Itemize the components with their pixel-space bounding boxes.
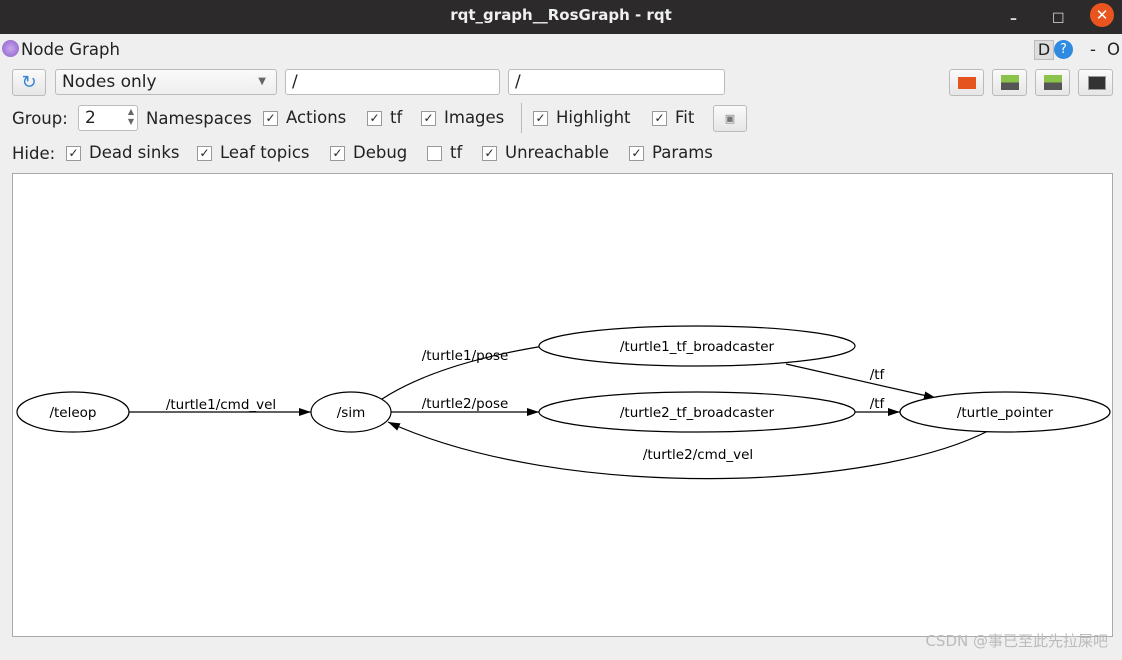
save-icon xyxy=(1044,75,1062,90)
node-label: /turtle1_tf_broadcaster xyxy=(620,339,775,355)
leaf-topics-checkbox[interactable]: ✓ Leaf topics xyxy=(197,143,310,162)
group-spinbox[interactable]: 2 ▲ ▼ xyxy=(78,105,138,131)
group-label: Group: xyxy=(12,109,68,128)
chevron-down-icon: ▼ xyxy=(258,76,266,87)
checkbox-icon[interactable]: ✓ xyxy=(263,111,278,126)
dock-button[interactable]: D xyxy=(1034,40,1054,60)
tf-checkbox[interactable]: ✓ tf xyxy=(367,108,402,127)
checkbox-icon[interactable] xyxy=(427,146,442,161)
highlight-checkbox[interactable]: ✓ Highlight xyxy=(533,108,631,127)
dead-sinks-checkbox[interactable]: ✓ Dead sinks xyxy=(66,143,179,162)
refresh-button[interactable]: ↻ xyxy=(12,69,46,96)
hide-tf-checkbox[interactable]: tf xyxy=(427,143,462,162)
image-icon xyxy=(1088,76,1106,90)
node-label: /teleop xyxy=(49,405,96,421)
load-button[interactable] xyxy=(949,69,984,96)
checkbox-icon[interactable]: ✓ xyxy=(652,111,667,126)
mode-dropdown[interactable]: Nodes only ▼ xyxy=(55,69,277,95)
refresh-icon: ↻ xyxy=(21,72,37,93)
minimize-button[interactable]: – xyxy=(1010,4,1017,34)
graph-edge xyxy=(785,363,937,400)
divider xyxy=(521,103,522,133)
save-svg-button[interactable] xyxy=(1035,69,1070,96)
checkbox-icon[interactable]: ✓ xyxy=(330,146,345,161)
checkbox-icon[interactable]: ✓ xyxy=(482,146,497,161)
screenshot-button[interactable] xyxy=(1078,69,1113,96)
actions-checkbox[interactable]: ✓ Actions xyxy=(263,108,346,127)
namespaces-label: Namespaces xyxy=(146,109,252,128)
checkbox-icon[interactable]: ✓ xyxy=(197,146,212,161)
edge-label: /tf xyxy=(870,396,886,412)
window-title: rqt_graph__RosGraph - rqt xyxy=(450,6,672,24)
fit-in-view-button[interactable]: ▣ xyxy=(713,105,747,132)
minimize-plugin-button[interactable]: - xyxy=(1090,40,1096,59)
folder-icon xyxy=(958,77,976,89)
checkbox-icon[interactable]: ✓ xyxy=(367,111,382,126)
maximize-button[interactable]: ☐ xyxy=(1052,4,1065,34)
save-icon xyxy=(1001,75,1019,90)
node-filter-input[interactable]: / xyxy=(285,69,500,95)
title-bar: rqt_graph__RosGraph - rqt – ☐ ✕ xyxy=(0,0,1122,34)
checkbox-icon[interactable]: ✓ xyxy=(533,111,548,126)
plugin-title: Node Graph xyxy=(21,40,120,59)
graph-svg: /teleop /sim /turtle1_tf_broadcaster /tu… xyxy=(16,325,1111,480)
watermark: CSDN @事已至此先拉屎吧 xyxy=(925,632,1108,650)
checkbox-icon[interactable]: ✓ xyxy=(421,111,436,126)
save-dot-button[interactable] xyxy=(992,69,1027,96)
edge-label: /turtle1/cmd_vel xyxy=(166,397,276,413)
edge-label: /turtle2/cmd_vel xyxy=(643,447,753,463)
edge-label: /turtle1/pose xyxy=(422,348,509,364)
close-plugin-button[interactable]: O xyxy=(1107,40,1120,59)
checkbox-icon[interactable]: ✓ xyxy=(629,146,644,161)
fit-icon: ▣ xyxy=(724,112,736,125)
debug-checkbox[interactable]: ✓ Debug xyxy=(330,143,407,162)
mode-value: Nodes only xyxy=(62,72,157,92)
fit-checkbox[interactable]: ✓ Fit xyxy=(652,108,694,127)
topic-filter-input[interactable]: / xyxy=(508,69,725,95)
help-button[interactable]: ? xyxy=(1054,40,1073,59)
edge-label: /turtle2/pose xyxy=(422,396,509,412)
params-checkbox[interactable]: ✓ Params xyxy=(629,143,713,162)
close-button[interactable]: ✕ xyxy=(1090,3,1114,27)
hide-label: Hide: xyxy=(12,144,56,163)
group-value: 2 xyxy=(85,108,96,128)
node-graph-icon xyxy=(2,40,19,57)
checkbox-icon[interactable]: ✓ xyxy=(66,146,81,161)
edge-label: /tf xyxy=(870,367,886,383)
unreachable-checkbox[interactable]: ✓ Unreachable xyxy=(482,143,609,162)
node-label: /turtle_pointer xyxy=(957,405,1054,421)
graph-canvas[interactable]: /teleop /sim /turtle1_tf_broadcaster /tu… xyxy=(12,173,1113,637)
images-checkbox[interactable]: ✓ Images xyxy=(421,108,504,127)
node-label: /sim xyxy=(337,405,365,421)
node-label: /turtle2_tf_broadcaster xyxy=(620,405,775,421)
spin-arrows-icon[interactable]: ▲ ▼ xyxy=(128,107,134,127)
